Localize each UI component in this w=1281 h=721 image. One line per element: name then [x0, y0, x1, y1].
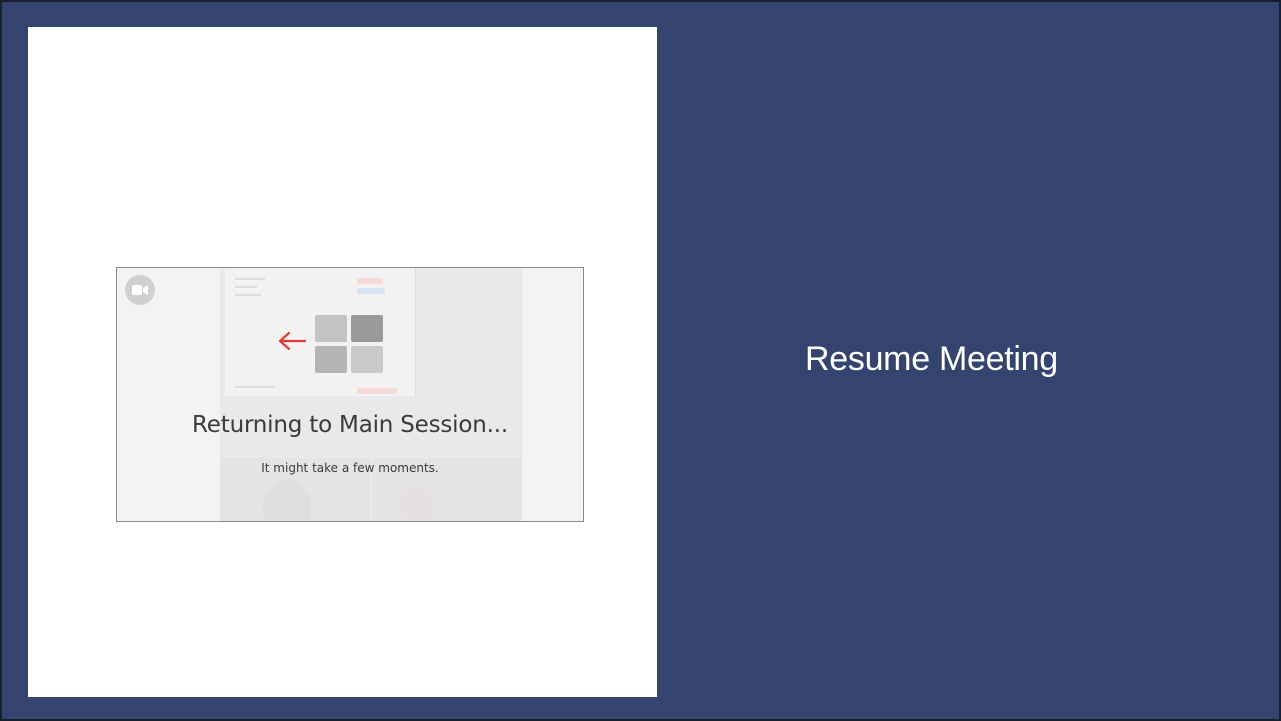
background-red-chip	[357, 278, 383, 284]
screenshot-panel: Returning to Main Session... It might ta…	[28, 27, 657, 697]
arrow-left-icon	[278, 331, 307, 351]
returning-heading: Returning to Main Session...	[192, 412, 508, 438]
slide-title: Resume Meeting	[805, 340, 1058, 378]
background-blue-chip	[357, 288, 385, 294]
video-camera-icon	[125, 275, 155, 305]
breakout-rooms-grid-icon	[315, 315, 385, 375]
zoom-transition-window: Returning to Main Session... It might ta…	[116, 267, 584, 522]
slide: Returning to Main Session... It might ta…	[0, 0, 1281, 721]
background-red-chip-bottom	[357, 388, 397, 394]
wait-message: It might take a few moments.	[261, 461, 439, 475]
background-avatar-right	[400, 486, 434, 521]
